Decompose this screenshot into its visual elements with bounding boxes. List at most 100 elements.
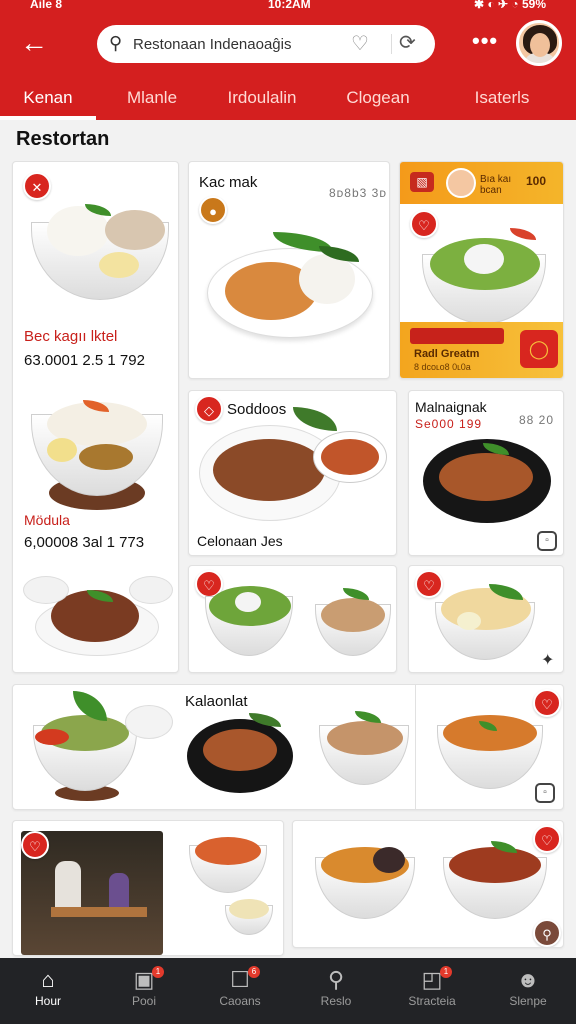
nav-label: Caoans [219, 994, 261, 1008]
side-dish-image [125, 705, 173, 739]
location-pin-icon[interactable]: ⚲ [533, 919, 561, 947]
restaurant-card-bec-kagi[interactable]: ✕ Bec kagıı lktel 63.0001 2.5 1 792 Mödu… [12, 161, 179, 673]
section-title: Restortan [16, 128, 110, 150]
restaurant-card-soups[interactable]: ♡ ⚲ [292, 820, 564, 948]
back-arrow-icon[interactable]: ← [20, 28, 48, 58]
grilled-meat-image [203, 729, 277, 771]
avatar-face [530, 33, 550, 57]
bag-icon: ◰ 1 [384, 966, 480, 994]
favorite-badge-icon[interactable]: ♡ [533, 689, 561, 717]
notification-badge: 1 [152, 966, 164, 978]
nav-profile[interactable]: ☻ Slenpe [480, 966, 576, 1020]
shredded-meat-image [327, 721, 403, 755]
nav-label: Stracteia [408, 994, 456, 1008]
notification-badge: 6 [248, 966, 260, 978]
table-image [51, 907, 147, 917]
tab-clogean[interactable]: Clogean [334, 88, 422, 120]
tab-kenan[interactable]: Kenan [0, 88, 96, 120]
card-rating: 8ᴅ8b3 3ᴅ [329, 186, 387, 200]
promo-subtitle: 8 dcoʟo8 0ʟ0a [414, 362, 471, 372]
search-bar[interactable]: ⚲ ♡ ⟳ [97, 25, 435, 63]
promo-card[interactable]: ▧ Bıa kaı bcan 100 ♡ Radl Greatm 8 dcoʟo… [399, 161, 564, 379]
tomato-garnish [510, 228, 536, 240]
egg-image [99, 252, 139, 278]
red-soup-image [449, 847, 541, 883]
card-divider [415, 685, 416, 809]
soup-image [195, 837, 261, 865]
restaurant-card-malnaignak[interactable]: Malnaignak Se000 199 88 20 ▫ [408, 390, 564, 556]
card-title: Soddoos [227, 401, 287, 418]
cart-icon: ☐ 6 [192, 966, 288, 994]
nav-orders[interactable]: ◰ 1 Stracteia [384, 966, 480, 1020]
promo-tag-icon: ▧ [410, 172, 434, 192]
home-icon: ⌂ [41, 967, 55, 992]
nav-label: Slenpe [509, 994, 547, 1008]
nav-home[interactable]: ⌂ Hour [0, 966, 96, 1020]
side-dish-image-2 [129, 576, 173, 604]
ribs-image [439, 453, 533, 501]
restaurant-card-soddoos[interactable]: ◇ Soddoos Celonaan Jes [188, 390, 397, 556]
chat-icon: ▣ 1 [96, 966, 192, 994]
card-title: Kac mak [199, 174, 258, 191]
search-icon: ⚲ [109, 33, 123, 53]
refresh-icon[interactable]: ⟳ [399, 30, 416, 55]
egg-topping-image [235, 592, 261, 612]
avatar[interactable] [516, 20, 562, 66]
profile-icon: ☻ [516, 967, 540, 992]
meat-image [105, 210, 165, 250]
share-icon[interactable]: ✦ [541, 650, 554, 670]
card-caption: Celonaan Jes [197, 533, 283, 549]
nav-chat[interactable]: ▣ 1 Pooi [96, 966, 192, 1020]
rice-image [299, 254, 355, 304]
favorite-badge-icon[interactable]: ♡ [533, 825, 561, 853]
card-title: Malnaignak [415, 399, 487, 415]
tab-irdoulalin[interactable]: Irdoulalin [210, 88, 314, 120]
favorite-badge-icon[interactable]: ♡ [415, 570, 443, 598]
restaurant-card-salad-duo[interactable]: ♡ [188, 565, 397, 673]
promo-count: 100 [526, 174, 547, 188]
nav-label: Hour [34, 994, 61, 1008]
favorite-badge-icon[interactable]: ♡ [410, 210, 438, 238]
sauce-dish-image [35, 729, 69, 745]
favorite-icon[interactable]: ♡ [351, 31, 369, 56]
bookmark-icon[interactable]: ▫ [535, 783, 555, 803]
nav-cart[interactable]: ☐ 6 Caoans [192, 966, 288, 1020]
side-dish-image [23, 576, 69, 604]
search-icon: ⚲ [327, 967, 345, 992]
search-divider [391, 34, 392, 54]
card-price-2: 6,00008 3al 1 773 [24, 534, 145, 551]
more-options-icon[interactable]: ••• [472, 28, 498, 54]
status-icons: ✱ ◐ ✈ ◔ 59% [474, 0, 546, 11]
restaurant-logo-icon: ● [199, 196, 227, 224]
restaurant-card-kac-mak[interactable]: Kac mak 8ᴅ8b3 3ᴅ ● [188, 161, 390, 379]
vendor-avatar [446, 168, 476, 198]
shredded-meat-image [321, 598, 385, 632]
tab-isaterls[interactable]: Isaterls [456, 88, 548, 120]
promo-action-button[interactable]: ◯ [520, 330, 558, 368]
search-input[interactable] [133, 31, 333, 57]
close-icon[interactable]: ✕ [23, 172, 51, 200]
banana-leaf-garnish [293, 407, 337, 431]
restaurant-card-kalaonlat[interactable]: Kalaonlat ♡ ▫ [12, 684, 564, 810]
category-tabs: Kenan Mlanle Irdoulalin Clogean Isaterls [0, 82, 576, 120]
restaurant-card-rice-bowl[interactable]: ♡ ✦ [408, 565, 564, 673]
clock: 10:2AM [268, 0, 311, 11]
card-price: 63.0001 2.5 1 792 [24, 352, 145, 369]
tag-icon: ◇ [195, 395, 223, 423]
grilled-meat-image [213, 439, 325, 501]
nav-search[interactable]: ⚲ Reslo [288, 966, 384, 1020]
bookmark-icon[interactable]: ▫ [537, 531, 557, 551]
card-title: Kalaonlat [185, 693, 248, 710]
egg-image [457, 612, 481, 630]
sambal-image [321, 439, 379, 475]
notification-badge: 1 [440, 966, 452, 978]
soup-image [443, 715, 537, 751]
restaurant-card-dining[interactable]: ♡ [12, 820, 284, 956]
nav-label: Reslo [320, 994, 352, 1008]
promo-ribbon [410, 328, 504, 344]
diner-image-2 [109, 873, 129, 907]
app-header: Aile 8 10:2AM ✱ ◐ ✈ ◔ 59% ← ⚲ ♡ ⟳ ••• Ke… [0, 0, 576, 120]
favorite-badge-icon[interactable]: ♡ [21, 831, 49, 859]
tab-mlanle[interactable]: Mlanle [108, 88, 196, 120]
nav-label: Pooi [131, 994, 157, 1008]
